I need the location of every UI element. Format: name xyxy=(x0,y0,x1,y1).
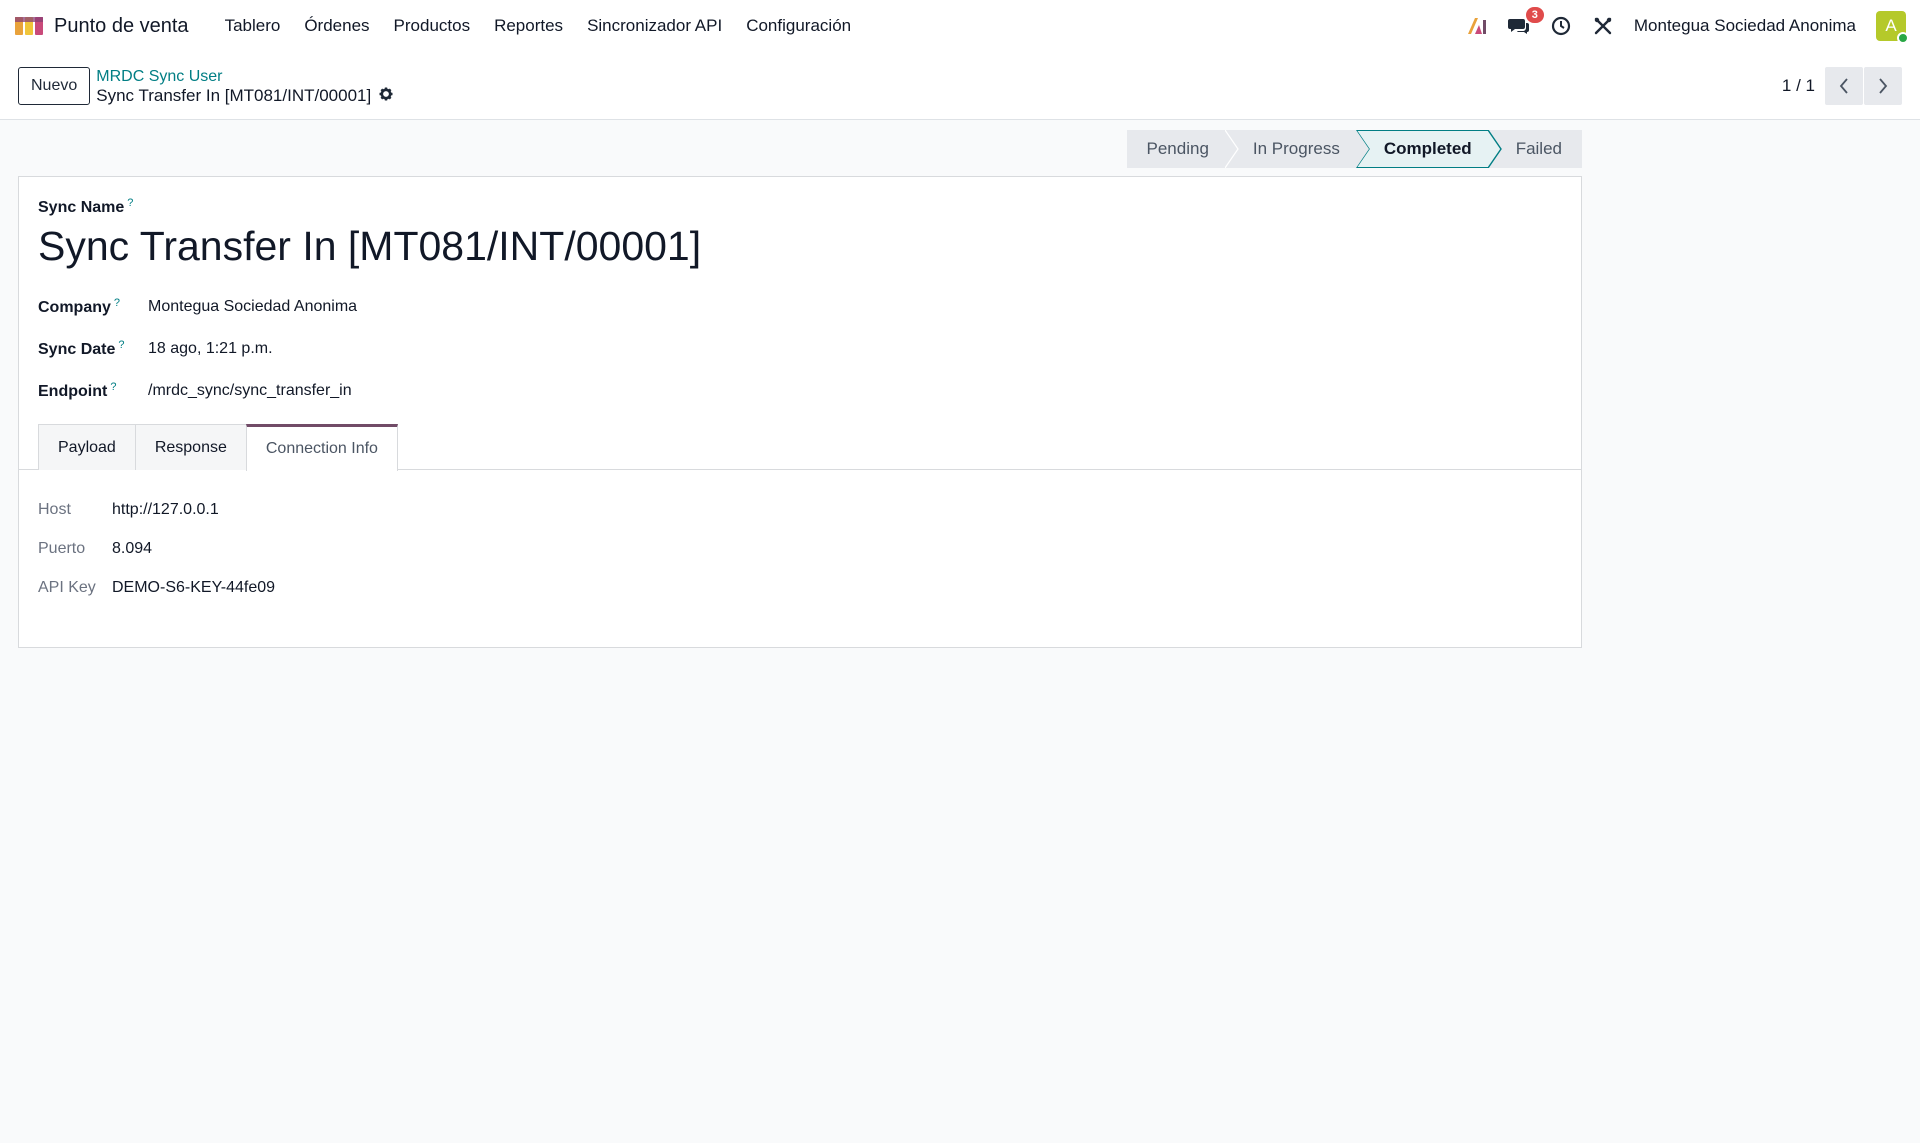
online-status-dot xyxy=(1897,32,1909,44)
pager-previous-button[interactable] xyxy=(1825,66,1863,105)
field-endpoint: Endpoint? /mrdc_sync/sync_transfer_in xyxy=(38,370,1562,412)
statusbar-container: Pending In Progress Completed Failed xyxy=(0,120,1582,176)
breadcrumb-parent-link[interactable]: MRDC Sync User xyxy=(96,67,393,86)
company-value[interactable]: Montegua Sociedad Anonima xyxy=(148,298,357,316)
tab-connection-info[interactable]: Connection Info xyxy=(245,424,398,471)
field-label: Endpoint xyxy=(38,383,108,400)
host-value[interactable]: http://127.0.0.1 xyxy=(112,501,219,519)
port-row: Puerto 8.094 xyxy=(38,529,1562,568)
port-label: Puerto xyxy=(38,539,86,557)
app-name: Punto de venta xyxy=(54,14,189,37)
connection-info-panel: Host http://127.0.0.1 Puerto 8.094 API K… xyxy=(19,470,1581,647)
stage-label: Pending xyxy=(1146,139,1209,158)
tab-response[interactable]: Response xyxy=(134,424,247,470)
menu-item-productos[interactable]: Productos xyxy=(382,16,483,36)
menu-item-ordenes[interactable]: Órdenes xyxy=(292,16,381,36)
sync-name-label: Sync Name xyxy=(38,199,125,216)
messages-badge: 3 xyxy=(1525,7,1544,23)
host-row: Host http://127.0.0.1 xyxy=(38,490,1562,529)
stage-label: Failed xyxy=(1515,139,1562,158)
messages-icon[interactable]: 3 xyxy=(1507,7,1544,37)
port-value[interactable]: 8.094 xyxy=(112,540,152,558)
chevron-right-icon xyxy=(1879,77,1888,94)
navbar-systray: 3 Montegua Sociedad Anonima A xyxy=(1466,7,1909,44)
avatar-letter: A xyxy=(1885,16,1897,35)
stage-failed[interactable]: Failed xyxy=(1487,130,1582,168)
stage-in-progress[interactable]: In Progress xyxy=(1224,130,1369,168)
sync-date-value[interactable]: 18 ago, 1:21 p.m. xyxy=(148,340,273,358)
form-sheet: Sync Name? Sync Transfer In [MT081/INT/0… xyxy=(18,176,1582,648)
sync-name-value[interactable]: Sync Transfer In [MT081/INT/00001] xyxy=(38,223,1562,270)
pager-next-button[interactable] xyxy=(1864,66,1902,105)
top-navbar: Punto de venta Tablero Órdenes Productos… xyxy=(0,0,1920,52)
api-key-value[interactable]: DEMO-S6-KEY-44fe09 xyxy=(112,579,275,597)
breadcrumb: MRDC Sync User Sync Transfer In [MT081/I… xyxy=(96,67,393,105)
field-label: Company xyxy=(38,299,111,316)
state-statusbar: Pending In Progress Completed Failed xyxy=(1126,130,1582,168)
new-button[interactable]: Nuevo xyxy=(18,66,91,105)
company-switcher[interactable]: Montegua Sociedad Anonima xyxy=(1634,16,1856,36)
menu-item-configuracion[interactable]: Configuración xyxy=(734,16,863,36)
field-company: Company? Montegua Sociedad Anonima xyxy=(38,286,1562,328)
activity-clock-icon[interactable] xyxy=(1550,15,1572,37)
field-sync-date: Sync Date? 18 ago, 1:21 p.m. xyxy=(38,328,1562,370)
tab-payload[interactable]: Payload xyxy=(38,424,136,470)
user-avatar[interactable]: A xyxy=(1876,11,1909,44)
control-panel: Nuevo MRDC Sync User Sync Transfer In [M… xyxy=(0,52,1920,120)
api-key-label: API Key xyxy=(38,578,96,596)
help-tooltip-icon[interactable]: ? xyxy=(118,339,124,351)
app-brand[interactable]: Punto de venta xyxy=(14,14,189,38)
help-tooltip-icon[interactable]: ? xyxy=(114,297,120,309)
menu-item-reportes[interactable]: Reportes xyxy=(482,16,575,36)
pos-app-icon xyxy=(15,17,43,35)
pager-value[interactable]: 1 / 1 xyxy=(1782,76,1815,96)
main-menu: Tablero Órdenes Productos Reportes Sincr… xyxy=(213,16,864,36)
gear-icon[interactable] xyxy=(379,86,393,105)
chevron-left-icon xyxy=(1839,77,1848,94)
help-tooltip-icon[interactable]: ? xyxy=(127,197,133,209)
notebook-tabs: Payload Response Connection Info xyxy=(19,424,1581,471)
debug-tools-icon[interactable] xyxy=(1592,15,1614,37)
help-tooltip-icon[interactable]: ? xyxy=(110,381,116,393)
sync-name-label-row: Sync Name? xyxy=(38,197,1562,217)
api-key-row: API Key DEMO-S6-KEY-44fe09 xyxy=(38,568,1562,607)
stage-pending[interactable]: Pending xyxy=(1126,130,1239,168)
stage-label: Completed xyxy=(1383,139,1472,158)
menu-item-sincronizador-api[interactable]: Sincronizador API xyxy=(575,16,734,36)
breadcrumb-current-label: Sync Transfer In [MT081/INT/00001] xyxy=(96,85,372,105)
stage-label: In Progress xyxy=(1252,139,1340,158)
field-label: Sync Date xyxy=(38,341,116,358)
breadcrumb-current: Sync Transfer In [MT081/INT/00001] xyxy=(96,86,393,105)
menu-item-tablero[interactable]: Tablero xyxy=(213,16,293,36)
endpoint-value[interactable]: /mrdc_sync/sync_transfer_in xyxy=(148,382,352,400)
ai-assistant-icon[interactable] xyxy=(1466,15,1488,37)
record-pager: 1 / 1 xyxy=(1782,66,1902,105)
host-label: Host xyxy=(38,500,71,518)
stage-completed[interactable]: Completed xyxy=(1355,130,1502,168)
